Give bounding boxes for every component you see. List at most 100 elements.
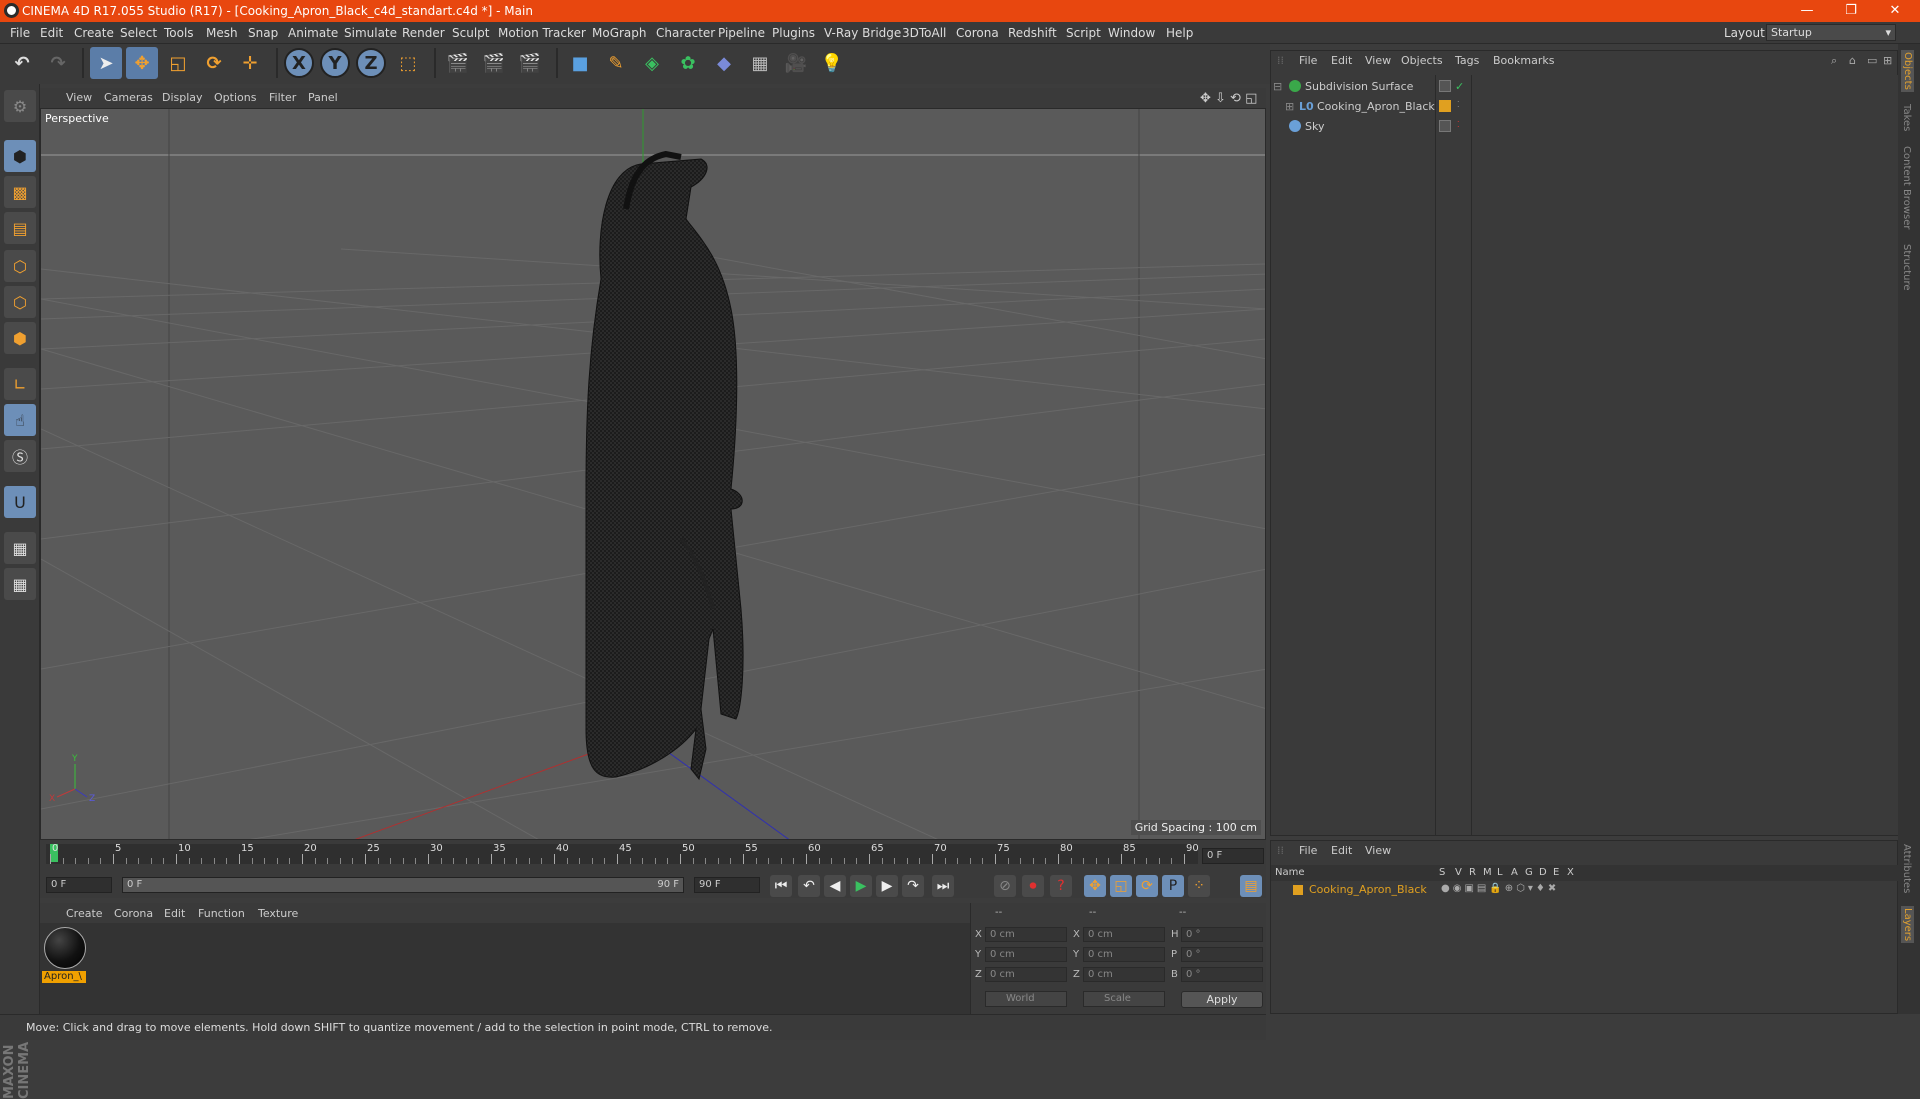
coordinate-space-dropdown[interactable]: World bbox=[985, 991, 1067, 1007]
editor-render-toggle[interactable] bbox=[1439, 80, 1451, 92]
minimize-button[interactable]: — bbox=[1784, 0, 1830, 22]
x-axis-lock-button[interactable]: X bbox=[284, 48, 314, 78]
menu-script[interactable]: Script bbox=[1066, 26, 1101, 40]
key-pla-icon[interactable]: ⁘ bbox=[1188, 875, 1210, 897]
light-icon[interactable]: 💡 bbox=[816, 47, 848, 79]
next-frame-icon[interactable]: ▶ bbox=[876, 875, 898, 897]
object-row[interactable]: ⊞ L0 Cooking_Apron_Black ⁚ bbox=[1271, 97, 1899, 117]
material-menu-edit[interactable]: Edit bbox=[164, 907, 185, 920]
preview-range-slider[interactable]: 0 F 90 F bbox=[122, 877, 684, 893]
apply-button[interactable]: Apply bbox=[1181, 991, 1263, 1008]
coordinate-mode-dropdown[interactable]: Scale bbox=[1083, 991, 1165, 1007]
solo-mode-icon[interactable]: Ⓢ bbox=[4, 440, 36, 472]
key-rotation-icon[interactable]: ⟳ bbox=[1136, 875, 1158, 897]
object-menu-edit[interactable]: Edit bbox=[1331, 54, 1352, 67]
object-row[interactable]: Sky ⁚ bbox=[1271, 117, 1899, 137]
home-icon[interactable]: ⌂ bbox=[1849, 54, 1856, 67]
material-menu-texture[interactable]: Texture bbox=[258, 907, 298, 920]
rotate-tool-icon[interactable]: ⟳ bbox=[198, 47, 230, 79]
menu-render[interactable]: Render bbox=[402, 26, 445, 40]
end-frame-field[interactable]: 90 F bbox=[694, 877, 760, 893]
size-z-field[interactable]: 0 cm bbox=[1083, 967, 1165, 982]
visibility-dots-icon[interactable]: ⁚ bbox=[1457, 100, 1460, 109]
panel-expand-icon[interactable]: ⊞ bbox=[1883, 54, 1892, 67]
current-frame-field[interactable]: 0 F bbox=[1202, 848, 1264, 864]
editor-render-toggle[interactable] bbox=[1439, 120, 1451, 132]
close-button[interactable]: ✕ bbox=[1872, 0, 1918, 22]
menu-window[interactable]: Window bbox=[1108, 26, 1155, 40]
layout-dropdown[interactable]: Startup ▾ bbox=[1766, 24, 1896, 41]
material-name[interactable]: Apron_\ bbox=[42, 971, 86, 983]
material-menu-create[interactable]: Create bbox=[66, 907, 103, 920]
render-picture-viewer-icon[interactable]: 🎬 bbox=[478, 47, 510, 79]
key-position-icon[interactable]: ✥ bbox=[1084, 875, 1106, 897]
deformer-icon[interactable]: ◆ bbox=[708, 47, 740, 79]
object-menu-objects[interactable]: Objects bbox=[1401, 54, 1443, 67]
pos-z-field[interactable]: 0 cm bbox=[985, 967, 1067, 982]
panel-grip-icon[interactable]: ⁞⁞ bbox=[1277, 844, 1284, 857]
menu-mesh[interactable]: Mesh bbox=[206, 26, 238, 40]
next-key-icon[interactable]: ↷ bbox=[902, 875, 924, 897]
key-parameter-icon[interactable]: P bbox=[1162, 875, 1184, 897]
menu-animate[interactable]: Animate bbox=[288, 26, 338, 40]
menu-edit[interactable]: Edit bbox=[40, 26, 63, 40]
layer-color-swatch[interactable] bbox=[1293, 885, 1303, 895]
search-icon[interactable]: ⌕ bbox=[1831, 54, 1837, 68]
y-axis-lock-button[interactable]: Y bbox=[320, 48, 350, 78]
cloner-icon[interactable]: ✿ bbox=[672, 47, 704, 79]
tab-attributes[interactable]: Attributes bbox=[1901, 844, 1912, 893]
menu-motion-tracker[interactable]: Motion Tracker bbox=[498, 26, 586, 40]
object-name[interactable]: Subdivision Surface bbox=[1305, 80, 1413, 93]
render-settings-icon[interactable]: 🎬 bbox=[514, 47, 546, 79]
menu-mograph[interactable]: MoGraph bbox=[592, 26, 647, 40]
timeline-window-icon[interactable]: ▤ bbox=[1240, 875, 1262, 897]
texture-mode-icon[interactable]: ▩ bbox=[4, 176, 36, 208]
selection-cursor-icon[interactable]: ➤ bbox=[90, 47, 122, 79]
model-mode-icon[interactable]: ⬢ bbox=[4, 140, 36, 172]
start-frame-field[interactable]: 0 F bbox=[46, 877, 112, 893]
tab-structure[interactable]: Structure bbox=[1901, 244, 1912, 291]
viewport-navigation-icons[interactable]: ✥ ⇩ ⟲ ◱ bbox=[1200, 91, 1257, 106]
object-menu-view[interactable]: View bbox=[1365, 54, 1391, 67]
object-name[interactable]: Sky bbox=[1305, 120, 1324, 133]
coordinate-system-icon[interactable]: ⬚ bbox=[392, 47, 424, 79]
snap-icon[interactable]: U bbox=[4, 486, 36, 518]
menu-pipeline[interactable]: Pipeline bbox=[718, 26, 765, 40]
tab-objects[interactable]: Objects bbox=[1901, 50, 1914, 92]
workplane-mode-icon[interactable]: ▤ bbox=[4, 212, 36, 244]
render-view-icon[interactable]: 🎬 bbox=[442, 47, 474, 79]
autokey-icon[interactable]: ? bbox=[1050, 875, 1072, 897]
goto-end-icon[interactable]: ⏭ bbox=[932, 875, 954, 897]
material-item[interactable]: Apron_\ bbox=[40, 923, 90, 987]
menu-file[interactable]: File bbox=[10, 26, 30, 40]
goto-start-icon[interactable]: ⏮ bbox=[770, 875, 792, 897]
collapse-icon[interactable]: ⊟ bbox=[1273, 80, 1282, 93]
menu-plugins[interactable]: Plugins bbox=[772, 26, 815, 40]
layer-menu-edit[interactable]: Edit bbox=[1331, 844, 1352, 857]
viewport-menu-panel[interactable]: Panel bbox=[308, 91, 338, 104]
restore-button[interactable]: ❐ bbox=[1828, 0, 1874, 22]
menu-snap[interactable]: Snap bbox=[248, 26, 278, 40]
redo-icon[interactable]: ↷ bbox=[42, 47, 74, 79]
menu-simulate[interactable]: Simulate bbox=[344, 26, 397, 40]
material-menu-function[interactable]: Function bbox=[198, 907, 245, 920]
edges-mode-icon[interactable]: ⬡ bbox=[4, 286, 36, 318]
tab-content-browser[interactable]: Content Browser bbox=[1901, 146, 1912, 229]
previous-key-icon[interactable]: ↶ bbox=[798, 875, 820, 897]
viewport-menu-options[interactable]: Options bbox=[214, 91, 256, 104]
menu-create[interactable]: Create bbox=[74, 26, 114, 40]
pen-spline-icon[interactable]: ✎ bbox=[600, 47, 632, 79]
menu-3dtoall[interactable]: 3DToAll bbox=[902, 26, 946, 40]
tab-takes[interactable]: Takes bbox=[1901, 104, 1912, 131]
viewport-menu-view[interactable]: View bbox=[66, 91, 92, 104]
scale-tool-icon[interactable]: ◱ bbox=[162, 47, 194, 79]
quantize-icon[interactable]: ▦ bbox=[4, 568, 36, 600]
rot-b-field[interactable]: 0 ° bbox=[1181, 967, 1263, 982]
points-mode-icon[interactable]: ⬡ bbox=[4, 250, 36, 282]
viewport-menu-cameras[interactable]: Cameras bbox=[104, 91, 153, 104]
size-x-field[interactable]: 0 cm bbox=[1083, 927, 1165, 942]
material-menu-corona[interactable]: Corona bbox=[114, 907, 153, 920]
layer-color-swatch[interactable] bbox=[1439, 100, 1451, 112]
menu-redshift[interactable]: Redshift bbox=[1008, 26, 1057, 40]
axis-mode-icon[interactable]: ∟ bbox=[4, 368, 36, 400]
